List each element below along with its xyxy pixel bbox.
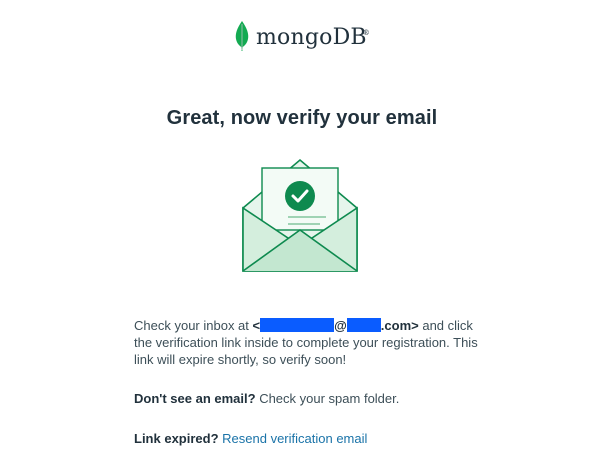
resend-verification-link[interactable]: Resend verification email: [222, 431, 367, 446]
mongodb-wordmark: mongoDB®: [255, 24, 370, 50]
spam-note-heading: Don't see an email?: [134, 391, 256, 406]
redacted-email-user: [260, 318, 335, 332]
redacted-email-domain: [346, 318, 381, 332]
mongodb-leaf-icon: [235, 21, 249, 51]
spam-folder-note: Don't see an email? Check your spam fold…: [134, 390, 399, 407]
spam-note-text: Check your spam folder.: [255, 391, 400, 406]
envelope-check-icon: [242, 158, 358, 272]
expired-note-heading: Link expired?: [134, 431, 219, 446]
verification-message: Check your inbox at < @ .com> and click th…: [134, 318, 478, 367]
page-title: Great, now verify your email: [166, 107, 438, 129]
registered-mark: ®: [362, 29, 370, 38]
link-expired-note: Link expired? Resend verification email: [134, 430, 367, 447]
mongodb-logo: mongoDB®: [0, 20, 604, 52]
